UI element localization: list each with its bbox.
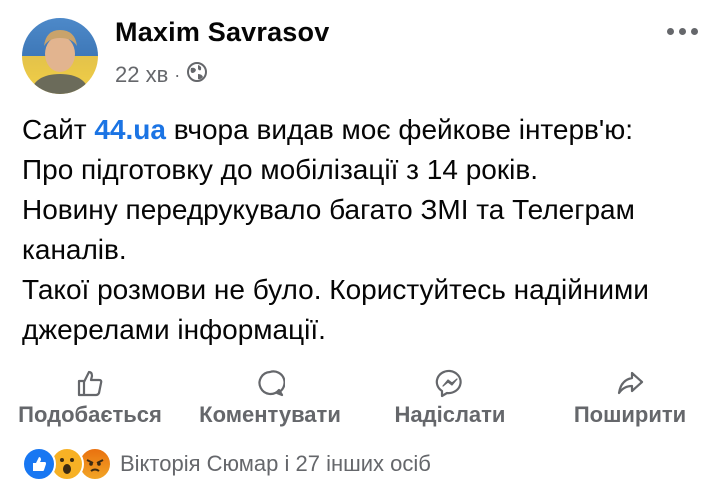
post-text: Сайт 44.ua вчора видав моє фейкове інтер… — [22, 110, 702, 350]
share-label: Поширити — [573, 402, 687, 427]
avatar[interactable] — [22, 18, 98, 94]
post-text-segment: вчора видав моє фейкове інтерв'ю: — [165, 114, 634, 145]
comment-button[interactable]: Коментувати — [188, 366, 352, 428]
post-line: Новину передрукувало багато ЗМІ та Телег… — [22, 194, 635, 265]
like-label: Подобається — [18, 402, 162, 427]
comment-label: Коментувати — [199, 402, 341, 427]
send-label: Надіслати — [394, 402, 506, 427]
post-link[interactable]: 44.ua — [94, 114, 166, 145]
comment-icon — [188, 366, 352, 400]
messenger-icon — [380, 366, 520, 400]
post-meta: 22 хв · — [115, 61, 208, 89]
post-text-segment: Сайт — [22, 114, 95, 145]
send-button[interactable]: Надіслати — [380, 366, 520, 428]
reactions-summary[interactable]: Вікторія Сюмар і 27 інших осіб — [120, 451, 431, 477]
action-bar: Подобається Коментувати Надіслати Пошири… — [0, 366, 720, 434]
post-line: Сайт 44.ua вчора видав моє фейкове інтер… — [22, 110, 702, 150]
like-icon — [12, 366, 168, 400]
post-time[interactable]: 22 хв — [115, 62, 168, 88]
like-reaction-icon — [22, 447, 56, 481]
meta-separator: · — [174, 64, 181, 85]
reactions-row[interactable]: Вікторія Сюмар і 27 інших осіб — [22, 446, 431, 482]
more-dots-icon[interactable] — [667, 28, 698, 35]
post-line: Такої розмови не було. Користуйтесь наді… — [22, 274, 649, 345]
author-name[interactable]: Maxim Savrasov — [115, 17, 329, 48]
globe-icon — [186, 61, 208, 89]
post-line: Про підготовку до мобілізації з 14 років… — [22, 154, 538, 185]
share-button[interactable]: Поширити — [560, 366, 700, 428]
like-button[interactable]: Подобається — [12, 366, 168, 428]
post-header: Maxim Savrasov 22 хв · — [22, 14, 720, 94]
share-icon — [560, 366, 700, 400]
